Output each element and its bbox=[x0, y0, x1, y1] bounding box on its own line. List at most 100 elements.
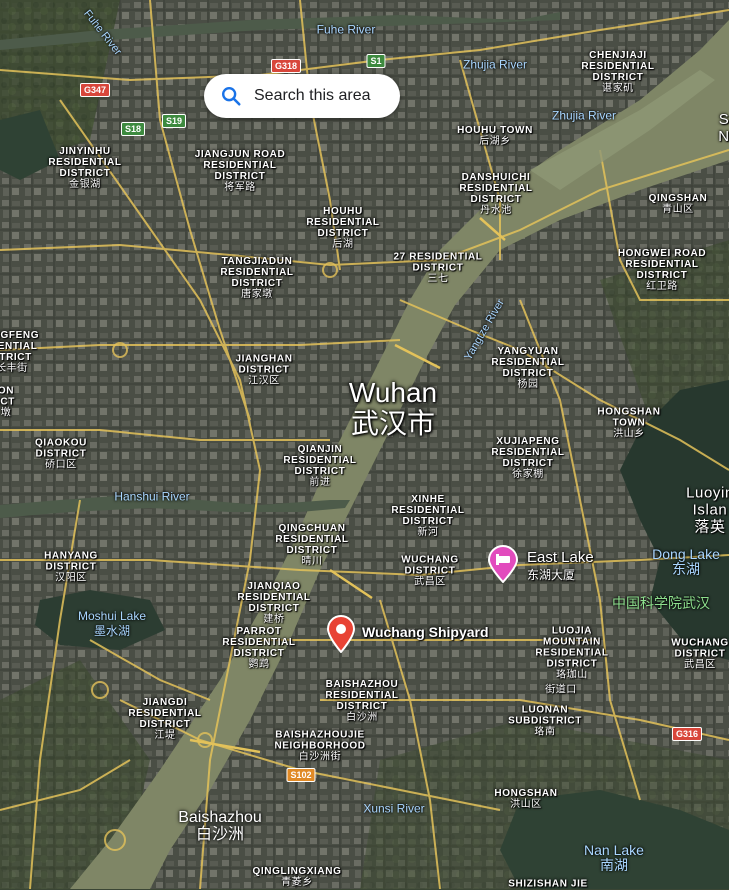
baishazhou-label: Baishazhou 白沙洲 bbox=[178, 809, 262, 843]
district-name-en: JIANQIAO RESIDENTIAL DISTRICT bbox=[237, 581, 311, 614]
district-name-zh: 新河 bbox=[417, 527, 439, 538]
district-label-chenjiaji: CHENJIAJI RESIDENTIAL DISTRICT 谌家矶 bbox=[581, 50, 654, 94]
district-name-en: HONGSHAN TOWN bbox=[597, 406, 661, 429]
baishazhou-en: Baishazhou bbox=[178, 809, 262, 826]
district-label-shizishan: SHIZISHAN JIE bbox=[508, 879, 587, 890]
east-lake-label[interactable]: East Lake 东湖大厦 bbox=[527, 549, 594, 583]
district-name-en: CHENJIAJI RESIDENTIAL DISTRICT bbox=[581, 50, 655, 83]
district-name-zh: 白沙洲 bbox=[346, 712, 378, 723]
district-name-zh: 唐家墩 bbox=[241, 289, 273, 300]
city-name-en: Wuhan bbox=[348, 377, 438, 408]
district-name-zh: 后湖 bbox=[332, 239, 354, 250]
district-label-luonan: LUONAN SUBDISTRICT 珞南 bbox=[508, 705, 582, 738]
district-name-en: HOUHU RESIDENTIAL DISTRICT bbox=[306, 206, 380, 239]
district-name-zh: 珞珈山 bbox=[556, 669, 588, 681]
district-label-qiaokou: QIAOKOU DISTRICT 硚口区 bbox=[35, 438, 87, 471]
search-label: Search this area bbox=[254, 87, 371, 104]
district-name-en: QIANJIN RESIDENTIAL DISTRICT bbox=[283, 444, 357, 477]
wuchang-shipyard-label[interactable]: Wuchang Shipyard bbox=[362, 624, 489, 640]
district-label-qingchuan: QINGCHUAN RESIDENTIAL DISTRICT 晴川 bbox=[275, 523, 348, 567]
district-name-zh: 长丰街 bbox=[0, 363, 28, 374]
district-name-en: QINGCHUAN RESIDENTIAL DISTRICT bbox=[275, 523, 349, 556]
zhujia-river-label: Zhujia River bbox=[462, 57, 528, 72]
district-name-zh: 建桥 bbox=[263, 614, 285, 625]
hotel-pin-icon[interactable] bbox=[487, 545, 519, 583]
district-label-angfeng: ANGFENG IDENTIAL STRICT长丰街 bbox=[0, 330, 39, 374]
district-name-en: S N bbox=[718, 111, 729, 145]
district-name-en: WUCHANG DISTRICT bbox=[401, 554, 459, 577]
district-name-en: XUJIAPENG RESIDENTIAL DISTRICT bbox=[491, 436, 565, 469]
district-name-en: JIANGHAN DISTRICT bbox=[235, 353, 293, 376]
district-name-zh: 白沙洲街 bbox=[298, 751, 342, 763]
district-name-zh: 汉阳区 bbox=[55, 572, 87, 584]
district-name-en: ANGFENG IDENTIAL STRICT bbox=[0, 330, 40, 363]
district-label-houhu-rd: HOUHU RESIDENTIAL DISTRICT 后湖 bbox=[306, 206, 379, 250]
district-name-en: HANYANG DISTRICT bbox=[44, 550, 98, 573]
district-label-hongshan: HONGSHAN 洪山区 bbox=[494, 788, 557, 810]
district-label-luoyin: Luoyin Islan落英 bbox=[686, 485, 729, 536]
district-label-qianjin: QIANJIN RESIDENTIAL DISTRICT 前进 bbox=[283, 444, 356, 488]
district-name-zh: 徐家棚 bbox=[512, 469, 544, 480]
district-name-en: LUONAN SUBDISTRICT bbox=[508, 704, 582, 727]
district-name-en: DANSHUICHI RESIDENTIAL DISTRICT bbox=[459, 172, 533, 205]
district-name-en: BAISHAZHOUJIE NEIGHBORHOOD bbox=[274, 729, 366, 752]
red-pin-icon[interactable] bbox=[326, 615, 356, 653]
district-label-27-rd: 27 RESIDENTIAL DISTRICT 三七 bbox=[394, 252, 483, 285]
district-label-qinglingxiang: QINGLINGXIANG 青菱乡 bbox=[253, 866, 342, 888]
district-name-en: HOUHU TOWN bbox=[457, 125, 533, 136]
xunsi-river-label: Xunsi River bbox=[363, 801, 425, 816]
g316-shield: G316 bbox=[671, 727, 703, 741]
district-name-en: QINGLINGXIANG bbox=[252, 866, 342, 877]
district-name-en: 27 RESIDENTIAL DISTRICT bbox=[393, 251, 483, 274]
district-name-en: WUCHANG DISTRICT bbox=[671, 637, 729, 660]
search-this-area-button[interactable]: Search this area bbox=[204, 74, 400, 118]
district-name-en: SHIZISHAN JIE bbox=[508, 878, 588, 890]
s18-shield: S18 bbox=[120, 122, 146, 136]
district-name-zh: 将军路 bbox=[224, 182, 256, 193]
district-name-zh: 前进 bbox=[309, 477, 331, 488]
district-name-zh: 珞南 bbox=[534, 726, 556, 738]
district-name-zh: 江汉区 bbox=[248, 375, 280, 387]
fuhe-river-label: Fuhe River bbox=[316, 22, 376, 37]
district-label-on-ict: ON ICT墩 bbox=[0, 386, 15, 419]
district-label-xujiapeng: XUJIAPENG RESIDENTIAL DISTRICT 徐家棚 bbox=[491, 436, 564, 480]
district-label-edge-s: S N bbox=[718, 111, 729, 145]
district-label-qingshan: QINGSHAN 青山区 bbox=[649, 193, 708, 215]
district-label-danshuichi: DANSHUICHI RESIDENTIAL DISTRICT 丹水池 bbox=[459, 172, 532, 216]
district-name-zh: 硚口区 bbox=[45, 459, 77, 471]
district-label-houhu-town: HOUHU TOWN 后湖乡 bbox=[457, 125, 533, 147]
district-name-en: YANGYUAN RESIDENTIAL DISTRICT bbox=[491, 346, 565, 379]
district-name-zh: 杨园 bbox=[517, 379, 539, 390]
nan-lake-zh: 南湖 bbox=[600, 857, 628, 873]
east-lake-zh: 东湖大厦 bbox=[527, 568, 576, 582]
district-name-zh: 武昌区 bbox=[414, 576, 446, 588]
moshui-lake-zh: 墨水湖 bbox=[93, 624, 131, 638]
district-name-en: Luoyin Islan bbox=[686, 484, 729, 519]
district-name-en: JIANGDI RESIDENTIAL DISTRICT bbox=[128, 697, 202, 730]
nan-lake-en: Nan Lake bbox=[584, 842, 644, 858]
district-label-hongwei: HONGWEI ROAD RESIDENTIAL DISTRICT 红卫路 bbox=[618, 248, 706, 292]
district-name-zh: 丹水池 bbox=[480, 205, 512, 216]
district-name-zh: 洪山乡 bbox=[613, 428, 645, 440]
district-name-en: QINGSHAN bbox=[648, 193, 708, 204]
district-name-zh: 墩 bbox=[0, 407, 12, 419]
district-name-en: LUOJIA MOUNTAIN RESIDENTIAL DISTRICT bbox=[535, 625, 609, 670]
search-icon bbox=[222, 87, 241, 106]
city-name-zh: 武汉市 bbox=[350, 408, 435, 439]
district-name-zh: 鹦鹉 bbox=[248, 659, 270, 670]
district-name-zh: 武昌区 bbox=[684, 659, 716, 671]
district-label-jiangjun: JIANGJUN ROAD RESIDENTIAL DISTRICT 将军路 bbox=[195, 149, 286, 193]
district-label-jiedao: 街道口 bbox=[545, 685, 577, 696]
district-name-en: BAISHAZHOU RESIDENTIAL DISTRICT bbox=[325, 679, 399, 712]
east-lake-en: East Lake bbox=[527, 549, 594, 566]
district-label-xinhe: XINHE RESIDENTIAL DISTRICT 新河 bbox=[391, 494, 464, 538]
district-name-zh: 落英 bbox=[694, 518, 726, 536]
nan-lake-label: Nan Lake 南湖 bbox=[584, 843, 644, 873]
district-name-zh: 晴川 bbox=[301, 556, 323, 567]
district-name-en: PARROT RESIDENTIAL DISTRICT bbox=[222, 626, 296, 659]
district-label-jianqiao: JIANQIAO RESIDENTIAL DISTRICT 建桥 bbox=[237, 581, 310, 625]
district-label-hongshan-town: HONGSHAN TOWN 洪山乡 bbox=[597, 407, 660, 440]
district-label-yangyuan: YANGYUAN RESIDENTIAL DISTRICT 杨园 bbox=[491, 346, 564, 390]
district-name-en: JIANGJUN ROAD RESIDENTIAL DISTRICT bbox=[194, 149, 286, 182]
district-name-zh: 街道口 bbox=[545, 684, 577, 696]
